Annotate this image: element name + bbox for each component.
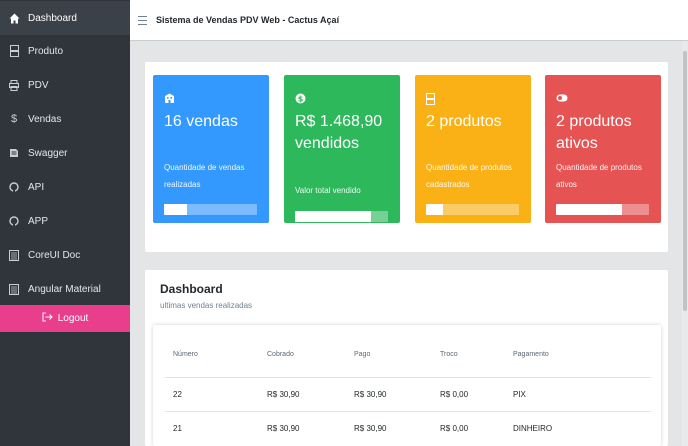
svg-text:$: $ [298, 94, 304, 103]
progress-bar [426, 204, 519, 215]
table-cell: R$ 30,90 [267, 424, 300, 433]
table-cell: R$ 0,00 [440, 424, 469, 433]
sidebar-item-label: Angular Material [28, 283, 101, 295]
logout-button[interactable]: Logout [0, 305, 130, 332]
logout-label: Logout [57, 313, 89, 324]
progress-fill [556, 204, 623, 215]
sidebar-item-pdv[interactable]: PDV [0, 68, 130, 102]
dollar-circle-icon: $ [295, 93, 306, 107]
stats-panel: 16 vendas Quantidade de vendas realizada… [145, 62, 668, 252]
progress-bar [295, 211, 388, 222]
progress-fill [295, 211, 372, 222]
github-icon [0, 216, 28, 226]
stat-value: 2 produtos ativos [556, 113, 632, 152]
column-header: Troco [440, 351, 458, 358]
table-row[interactable]: 21 R$ 30,90 R$ 30,90 R$ 0,00 DINHEIRO [165, 411, 651, 445]
sidebar: Dashboard Produto PDV $ Vendas Swagger A… [0, 0, 130, 446]
menu-toggle-icon[interactable] [138, 15, 147, 25]
doc-icon [0, 283, 28, 295]
progress-fill [426, 204, 443, 215]
sidebar-item-label: API [28, 181, 45, 193]
stat-label: Quantidade de produtos cadastrados [426, 163, 512, 189]
sidebar-item-angular-material[interactable]: Angular Material [0, 272, 130, 306]
sidebar-item-label: Swagger [28, 147, 68, 159]
stat-label: Valor total vendido [295, 186, 361, 195]
sidebar-item-label: CoreUI Doc [28, 249, 81, 261]
dollar-icon: $ [10, 113, 18, 125]
sidebar-item-label: Vendas [28, 113, 62, 125]
printer-icon [0, 79, 28, 91]
stat-value: 16 vendas [164, 113, 238, 130]
stat-card-valor: $ R$ 1.468,90 vendidos Valor total vendi… [284, 75, 400, 223]
sidebar-item-swagger[interactable]: Swagger [0, 136, 130, 170]
stat-label: Quantidade de produtos ativos [556, 163, 642, 189]
product-icon [426, 93, 435, 108]
table-cell: DINHEIRO [513, 424, 553, 433]
toggle-icon [556, 93, 568, 105]
column-header: Cobrado [267, 351, 294, 358]
github-icon [0, 182, 28, 192]
sales-table: Número Cobrado Pago Troco Pagamento 22 R… [153, 325, 661, 446]
sidebar-item-dashboard[interactable]: Dashboard [0, 1, 130, 35]
dashboard-card: Dashboard ultimas vendas realizadas Núme… [145, 270, 668, 446]
building-icon [164, 93, 175, 107]
table-cell: R$ 30,90 [354, 390, 387, 399]
table-cell: 21 [173, 424, 182, 433]
stat-card-produtos-ativos: 2 produtos ativos Quantidade de produtos… [545, 75, 661, 223]
sidebar-item-label: Produto [28, 45, 64, 57]
scrollbar-thumb[interactable] [683, 51, 687, 311]
progress-fill [164, 204, 188, 215]
doc-icon [0, 249, 28, 261]
stat-value: R$ 1.468,90 vendidos [295, 113, 383, 152]
progress-bar [164, 204, 257, 215]
stat-card-produtos: 2 produtos Quantidade de produtos cadast… [415, 75, 531, 223]
sidebar-item-app[interactable]: APP [0, 204, 130, 238]
table-cell: R$ 0,00 [440, 390, 469, 399]
sidebar-item-label: APP [28, 215, 49, 227]
stat-card-vendas: 16 vendas Quantidade de vendas realizada… [153, 75, 269, 223]
product-icon [0, 45, 28, 57]
sidebar-item-label: Dashboard [28, 12, 77, 24]
table-cell: R$ 30,90 [354, 424, 387, 433]
sidebar-item-produto[interactable]: Produto [0, 34, 130, 68]
sidebar-item-vendas[interactable]: $ Vendas [0, 102, 130, 136]
table-cell: PIX [513, 390, 526, 399]
table-row[interactable]: 22 R$ 30,90 R$ 30,90 R$ 0,00 PIX [165, 377, 651, 411]
column-header: Pagamento [513, 351, 549, 358]
table-cell: R$ 30,90 [267, 390, 300, 399]
column-header: Número [173, 351, 198, 358]
sidebar-item-label: PDV [28, 79, 49, 91]
book-icon [0, 148, 28, 158]
stat-value: 2 produtos [426, 113, 502, 130]
progress-bar [556, 204, 649, 215]
dashboard-title: Dashboard [160, 282, 223, 296]
table-cell: 22 [173, 390, 182, 399]
app-title: Sistema de Vendas PDV Web - Cactus Açaí [156, 15, 340, 25]
stat-label: Quantidade de vendas realizadas [164, 163, 245, 189]
logout-icon [42, 312, 53, 325]
scrollbar[interactable] [682, 41, 688, 446]
header: Sistema de Vendas PDV Web - Cactus Açaí [130, 0, 688, 41]
dashboard-subtitle: ultimas vendas realizadas [160, 301, 253, 310]
sidebar-item-coreui-doc[interactable]: CoreUI Doc [0, 238, 130, 272]
home-icon [0, 13, 28, 24]
sidebar-item-api[interactable]: API [0, 170, 130, 204]
column-header: Pago [354, 351, 371, 358]
